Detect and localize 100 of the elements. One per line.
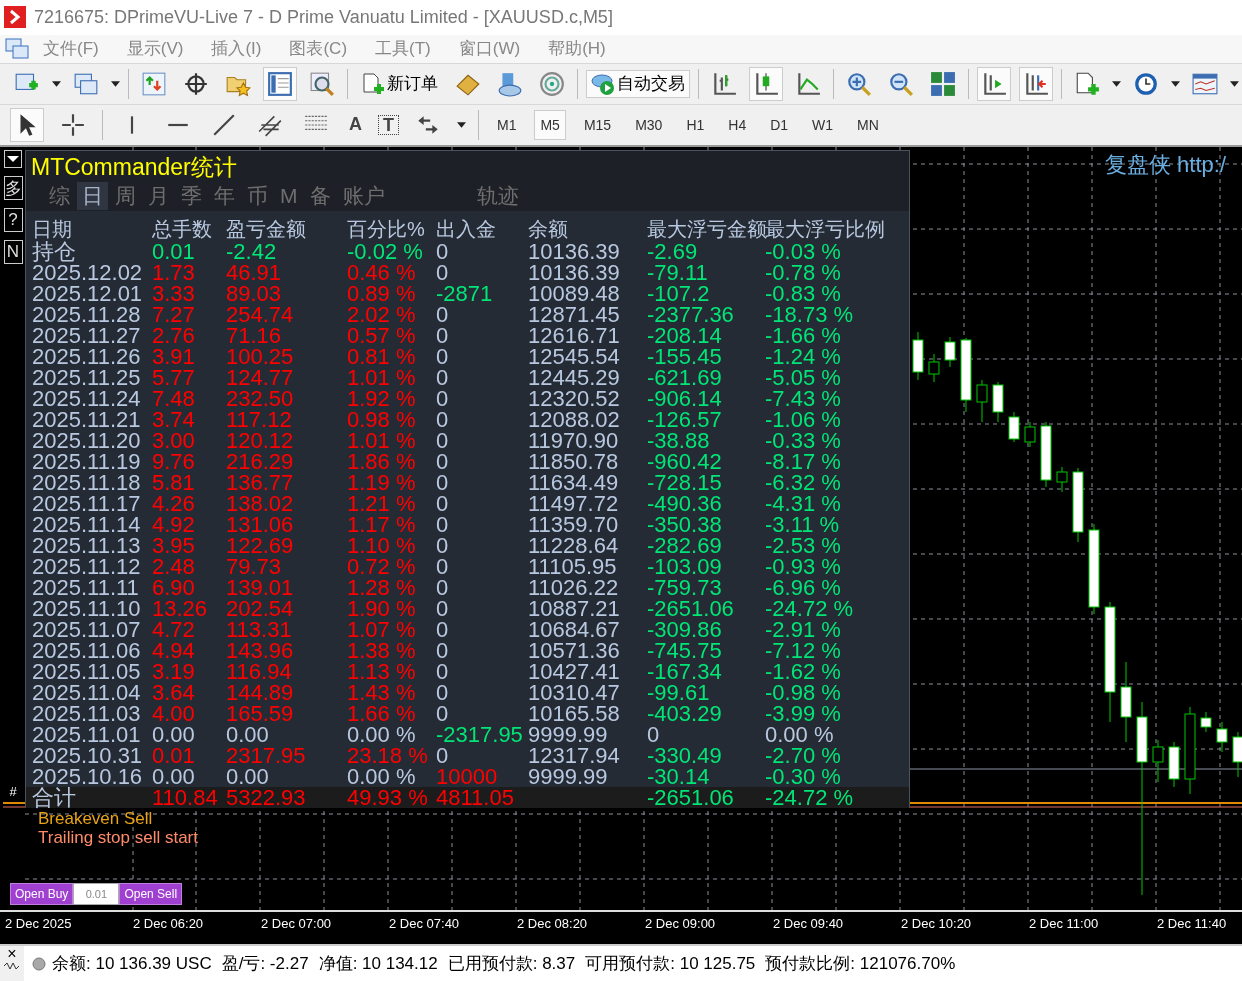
table-cell-text: -2317.95 (436, 723, 524, 745)
caret-icon[interactable] (52, 80, 61, 87)
list-window-icon[interactable] (263, 66, 297, 101)
menu-item[interactable]: 帮助(H) (548, 37, 606, 61)
table-cell-text: 0.81 % (347, 345, 417, 367)
table-cell-text: 3.95 (152, 534, 196, 556)
table-cell-text: 0.01 (152, 240, 195, 262)
table-cell-text: -79.11 (647, 261, 709, 283)
open-sell-button[interactable]: Open Sell (119, 882, 183, 905)
table-cell-text: 1.66 % (347, 702, 417, 724)
table-cell-text: -960.42 (647, 450, 723, 472)
lot-size-field[interactable]: 0.01 (73, 882, 120, 905)
tab[interactable]: 年 (209, 181, 240, 210)
side-button[interactable]: 多 (3, 175, 23, 200)
menu-item[interactable]: 插入(I) (211, 37, 262, 61)
table-cell-text: 10427.41 (528, 660, 621, 682)
timeframe-button[interactable]: H1 (680, 109, 711, 140)
table-cell-text: -24.72 % (765, 786, 855, 808)
candlestick (1168, 741, 1180, 788)
table-cell-text: 0 (436, 618, 450, 640)
table-cell-text: 0 (436, 324, 450, 346)
candlestick-icon[interactable] (749, 66, 783, 101)
tab[interactable]: 账户 (337, 181, 390, 210)
text-tool[interactable]: A (345, 114, 366, 136)
tab[interactable]: 日 (77, 181, 108, 210)
table-cell-text: 3.91 (152, 345, 196, 367)
table-cell-text: 46.91 (226, 261, 283, 283)
table-cell-text: -2651.06 (647, 597, 735, 619)
menu-item[interactable]: 图表(C) (289, 37, 348, 61)
table-cell-text: -3.99 % (765, 702, 842, 724)
menu-item[interactable]: 窗口(W) (458, 37, 521, 61)
menu-item[interactable]: 显示(V) (126, 37, 184, 61)
table-cell-text: 11497.72 (528, 492, 620, 514)
panel-title: MTCommander统计 (30, 152, 238, 181)
table-cell-text: 4.26 (152, 492, 196, 514)
candlestick (1216, 721, 1228, 753)
tab[interactable]: 月 (143, 181, 174, 210)
caret-icon[interactable] (1230, 80, 1239, 87)
tab[interactable]: 周 (110, 181, 141, 210)
table-cell-text: -490.36 (647, 492, 723, 514)
table-cell-text: 254.74 (226, 303, 295, 325)
table-cell-text: 1.13 % (347, 660, 417, 682)
dropdown-icon[interactable] (4, 149, 22, 168)
table-cell-text: 1.17 % (347, 513, 417, 535)
table-cell-text: 10136.39 (528, 240, 621, 262)
table-cell-text: 2025.11.04 (32, 681, 142, 703)
timeframe-button[interactable]: M1 (491, 109, 523, 140)
timeframe-button[interactable]: H4 (722, 109, 753, 140)
connection-status-icon (32, 956, 46, 971)
table-cell-text: 0 (436, 345, 450, 367)
table-cell-text: 2317.95 (226, 744, 307, 766)
tab[interactable]: 综 (44, 181, 75, 210)
table-cell-text: 138.02 (226, 492, 295, 514)
timeframe-button[interactable]: M30 (629, 109, 669, 140)
table-cell-text: 11970.90 (528, 429, 620, 451)
table-cell-text: 10571.36 (528, 639, 621, 661)
table-cell-text: 2025.11.10 (32, 597, 142, 619)
timeframe-button[interactable]: W1 (806, 109, 840, 140)
table-cell-text: -745.75 (647, 639, 723, 661)
menu-item[interactable]: 文件(F) (43, 37, 99, 61)
timeframe-button[interactable]: M15 (577, 109, 618, 140)
timeframe-button[interactable]: D1 (764, 109, 795, 140)
timeframe-button[interactable]: M5 (534, 109, 566, 140)
tab[interactable]: 备 (304, 181, 336, 210)
autoscroll-icon[interactable] (1019, 66, 1053, 101)
caret-icon[interactable] (1112, 80, 1121, 87)
caret-icon[interactable] (111, 80, 120, 87)
column-header: 最大浮亏金额 (647, 219, 765, 241)
tab[interactable]: 轨迹 (471, 181, 524, 210)
table-cell-text: -126.57 (647, 408, 723, 430)
table-cell-text: -309.86 (647, 618, 723, 640)
table-cell-text: -2.69 (647, 240, 698, 262)
table-cell-text: 2025.11.13 (32, 534, 142, 556)
tab[interactable]: M (275, 183, 303, 208)
time-axis-label: 2 Dec 2025 (5, 916, 72, 932)
table-cell-text: 10136.39 (528, 261, 621, 283)
side-button[interactable]: ? (3, 207, 23, 232)
tab[interactable]: 季 (176, 181, 207, 210)
menu-item[interactable]: 工具(T) (375, 37, 431, 61)
table-cell-text: 0.00 (152, 723, 196, 745)
cursor-icon[interactable] (10, 107, 44, 142)
tab[interactable]: 币 (242, 181, 273, 210)
table-cell-text: 12616.71 (528, 324, 621, 346)
table-cell-text: 12545.54 (528, 345, 621, 367)
time-axis-label: 2 Dec 07:40 (389, 916, 460, 932)
caret-icon[interactable] (457, 121, 466, 128)
play-icon (591, 71, 615, 96)
time-axis-label: 2 Dec 07:00 (261, 916, 332, 932)
table-cell-text: 0 (436, 639, 450, 661)
table-cell-text: 202.54 (226, 597, 295, 619)
text-label-tool[interactable]: T (378, 114, 399, 135)
side-button[interactable]: N (3, 239, 23, 264)
new-order-button[interactable]: 新订单 (356, 69, 443, 98)
auto-trading-button[interactable]: 自动交易 (586, 69, 690, 98)
open-buy-button[interactable]: Open Buy (10, 882, 74, 905)
caret-icon[interactable] (1171, 80, 1180, 87)
chart-shift-icon[interactable] (977, 66, 1011, 101)
table-cell-text: 116.94 (226, 660, 293, 682)
table-cell-text: 12445.29 (528, 366, 621, 388)
timeframe-button[interactable]: MN (851, 109, 885, 140)
